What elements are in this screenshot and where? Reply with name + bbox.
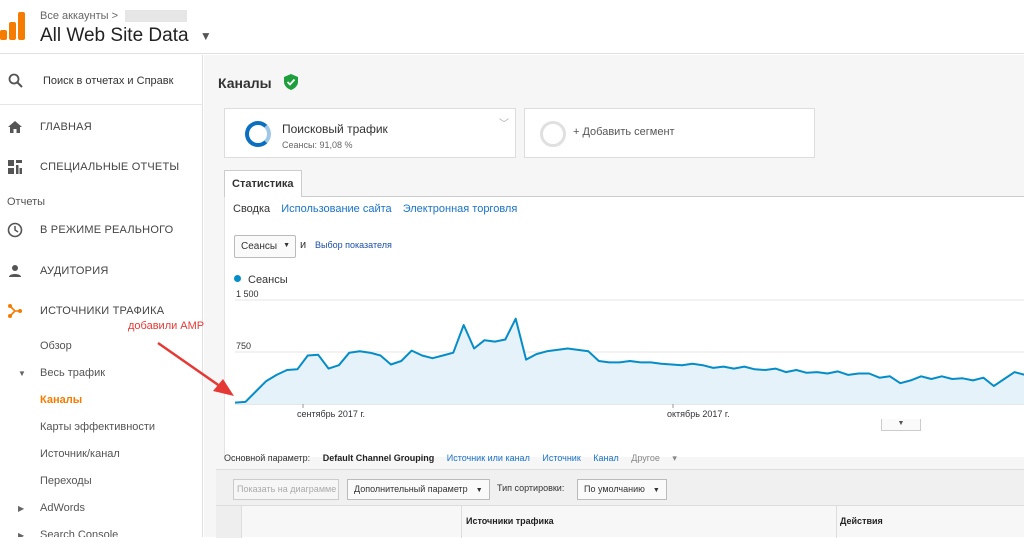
account-breadcrumb[interactable]: Все аккаунты > (40, 10, 188, 23)
reports-section-label: Отчеты (7, 196, 46, 208)
metric-conjunction: и (300, 239, 307, 251)
metric-dropdown[interactable]: Сеансы ▼ (234, 235, 296, 258)
sidebar-sub-overview[interactable]: Обзор (40, 340, 72, 352)
dimension-current[interactable]: Default Channel Grouping (323, 453, 435, 463)
sidebar-sub-source-medium[interactable]: Источник/канал (40, 448, 120, 460)
sidebar-sub-label: Search Console (40, 529, 119, 537)
breadcrumb-separator: > (111, 10, 119, 22)
sidebar-item-label: ИСТОЧНИКИ ТРАФИКА (40, 305, 165, 317)
sidebar-item-label: В РЕЖИМЕ РЕАЛЬНОГО (40, 224, 174, 236)
page-title: Каналы (218, 75, 272, 91)
collapsed-triangle-icon: ▶ (18, 531, 25, 537)
sidebar-item-label: АУДИТОРИЯ (40, 265, 109, 277)
subtab-summary[interactable]: Сводка (233, 203, 270, 215)
sidebar-sub-label: AdWords (40, 502, 86, 514)
sidebar: Поиск в отчетах и Справк ГЛАВНАЯ СПЕЦИАЛ… (0, 55, 203, 537)
legend-series-name: Сеансы (248, 274, 288, 286)
segment-card-active[interactable]: Поисковый трафик Сеансы: 91,08 % ﹀ (224, 108, 516, 158)
clock-icon (7, 222, 23, 238)
analytics-logo-icon[interactable] (0, 10, 25, 40)
sort-type-label: Тип сортировки: (497, 483, 565, 493)
secondary-dimension-dropdown[interactable]: Дополнительный параметр ▼ (347, 479, 490, 500)
chart-panel: Сводка Использование сайта Электронная т… (224, 197, 1024, 457)
x-tick-label: октябрь 2017 г. (667, 409, 730, 419)
caret-down-icon: ▼ (283, 242, 290, 249)
sessions-area-chart[interactable]: 1 500750сентябрь 2017 г. октябрь 2017 г. (225, 287, 1024, 419)
sort-type-value: По умолчанию (584, 484, 645, 494)
acquisition-icon (8, 304, 22, 318)
annotation-arrow (157, 341, 234, 396)
select-metric-link[interactable]: Выбор показателя (315, 240, 392, 250)
table-dimension-column (242, 506, 462, 538)
dimension-other[interactable]: Другое ▾ (631, 453, 677, 463)
sidebar-search-label: Поиск в отчетах и Справк (43, 75, 174, 87)
report-tabs: Статистика (224, 170, 1024, 198)
custom-reports-icon (8, 160, 22, 174)
collapsed-triangle-icon: ▶ (18, 504, 25, 513)
expanded-triangle-icon: ▼ (18, 369, 26, 378)
chevron-down-icon[interactable]: ﹀ (499, 115, 509, 130)
sidebar-item-custom-reports[interactable]: СПЕЦИАЛЬНЫЕ ОТЧЕТЫ (0, 147, 202, 187)
table-header-divider (836, 506, 837, 538)
sidebar-sub-all-traffic[interactable]: ▼ Весь трафик (18, 367, 106, 379)
sidebar-item-audience[interactable]: АУДИТОРИЯ (0, 251, 202, 291)
sidebar-sub-treemaps[interactable]: Карты эффективности (40, 421, 155, 433)
legend-dot (234, 275, 241, 282)
sidebar-item-label: ГЛАВНАЯ (40, 121, 92, 133)
primary-dimension-label: Основной параметр: (224, 453, 311, 463)
search-icon (8, 73, 23, 88)
caret-down-icon: ▼ (199, 28, 212, 43)
sidebar-sub-adwords[interactable]: ▶ AdWords (18, 502, 86, 514)
empty-segment-ring-icon (540, 121, 566, 147)
explorer-subtabs: Сводка Использование сайта Электронная т… (233, 203, 525, 215)
segment-share: Сеансы: 91,08 % (282, 140, 353, 150)
dimension-source[interactable]: Источник (542, 453, 580, 463)
plot-rows-button[interactable]: Показать на диаграмме (233, 479, 339, 500)
sidebar-sub-channels[interactable]: Каналы (40, 394, 82, 406)
caret-down-icon: ▼ (652, 487, 660, 494)
verified-shield-icon (284, 74, 298, 90)
x-tick-label: сентябрь 2017 г. (297, 409, 365, 419)
main-content: Каналы Поисковый трафик Сеансы: 91,08 % … (204, 55, 1024, 538)
secondary-dimension-label: Дополнительный параметр (354, 484, 468, 494)
home-icon (8, 121, 22, 133)
dimension-source-medium[interactable]: Источник или канал (447, 453, 530, 463)
breadcrumb-all-accounts[interactable]: Все аккаунты (40, 10, 109, 22)
sidebar-item-home[interactable]: ГЛАВНАЯ (0, 107, 202, 147)
add-segment-label: + Добавить сегмент (573, 126, 675, 138)
property-name: All Web Site Data (40, 25, 189, 46)
sidebar-item-label: СПЕЦИАЛЬНЫЕ ОТЧЕТЫ (40, 161, 180, 173)
sort-type-dropdown[interactable]: По умолчанию ▼ (577, 479, 667, 500)
sidebar-sub-referrals[interactable]: Переходы (40, 475, 92, 487)
annotation-text: добавили AMP (128, 320, 205, 332)
caret-down-icon: ▼ (475, 487, 483, 494)
redacted-account-name (125, 10, 188, 23)
person-icon (9, 265, 21, 277)
table-header-acquisition: Источники трафика (466, 516, 554, 526)
table-toolbar: Показать на диаграмме Дополнительный пар… (216, 469, 1024, 505)
segment-name: Поисковый трафик (282, 122, 388, 136)
chart-resize-handle[interactable]: ▼ (881, 419, 921, 431)
sidebar-sub-search-console[interactable]: ▶ Search Console (18, 529, 119, 537)
tab-explorer[interactable]: Статистика (224, 170, 302, 198)
table-checkbox-column (216, 506, 242, 538)
chart-legend: Сеансы (234, 274, 288, 286)
y-tick-label: 1 500 (236, 289, 259, 299)
metric-dropdown-value: Сеансы (241, 241, 278, 252)
subtab-ecommerce[interactable]: Электронная торговля (403, 203, 518, 215)
segment-ring-icon (245, 121, 271, 147)
primary-dimension-row: Основной параметр: Default Channel Group… (224, 453, 687, 464)
add-segment-card[interactable]: + Добавить сегмент (524, 108, 815, 158)
table-header-actions: Действия (840, 516, 883, 526)
table-header: Источники трафика Действия (216, 505, 1024, 538)
sidebar-search[interactable]: Поиск в отчетах и Справк (0, 55, 202, 105)
sidebar-item-realtime[interactable]: В РЕЖИМЕ РЕАЛЬНОГО (0, 210, 202, 250)
subtab-site-usage[interactable]: Использование сайта (281, 203, 391, 215)
property-selector[interactable]: All Web Site Data ▼ (40, 25, 212, 47)
top-header: Все аккаунты > All Web Site Data ▼ (0, 0, 1024, 54)
dimension-medium[interactable]: Канал (593, 453, 618, 463)
sidebar-sub-label: Весь трафик (40, 367, 106, 379)
